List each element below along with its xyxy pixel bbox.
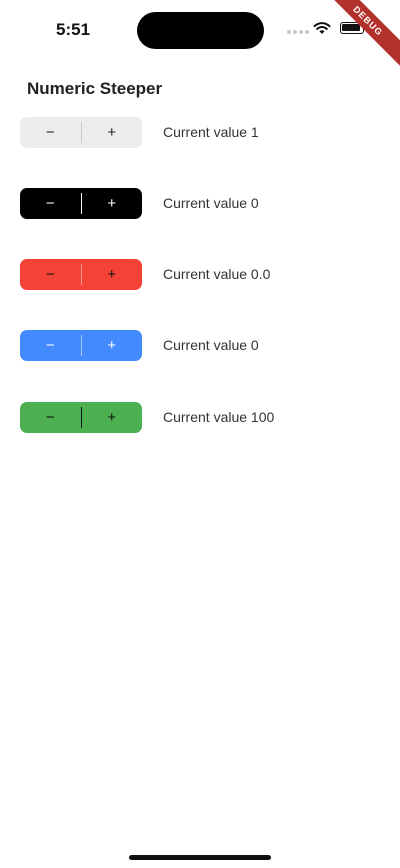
numeric-stepper: − +: [20, 117, 142, 148]
numeric-stepper: − +: [20, 330, 142, 361]
current-value-label: Current value 1: [163, 124, 259, 140]
decrement-button[interactable]: −: [20, 402, 81, 433]
decrement-button[interactable]: −: [20, 259, 81, 290]
decrement-button[interactable]: −: [20, 188, 81, 219]
decrement-button[interactable]: −: [20, 330, 81, 361]
numeric-stepper: − +: [20, 402, 142, 433]
stepper-row: − + Current value 0: [20, 188, 380, 219]
status-time: 5:51: [56, 20, 91, 39]
decrement-button[interactable]: −: [20, 117, 81, 148]
cellular-signal-icon: [287, 30, 309, 34]
numeric-stepper: − +: [20, 188, 142, 219]
current-value-label: Current value 0.0: [163, 266, 271, 282]
status-bar: 5:51: [0, 0, 400, 60]
wifi-icon: [313, 22, 331, 34]
stepper-row: − + Current value 0.0: [20, 259, 380, 290]
current-value-label: Current value 0: [163, 195, 259, 211]
increment-button[interactable]: +: [81, 117, 142, 148]
increment-button[interactable]: +: [81, 402, 142, 433]
numeric-stepper: − +: [20, 259, 142, 290]
page-title: Numeric Steeper: [27, 79, 163, 98]
current-value-label: Current value 100: [163, 409, 275, 425]
stepper-row: − + Current value 100: [20, 402, 380, 433]
dynamic-island: [137, 12, 264, 49]
increment-button[interactable]: +: [81, 188, 142, 219]
increment-button[interactable]: +: [81, 259, 142, 290]
increment-button[interactable]: +: [81, 330, 142, 361]
stepper-row: − + Current value 1: [20, 117, 380, 148]
current-value-label: Current value 0: [163, 337, 259, 353]
stepper-row: − + Current value 0: [20, 330, 380, 361]
home-indicator[interactable]: [129, 855, 271, 860]
